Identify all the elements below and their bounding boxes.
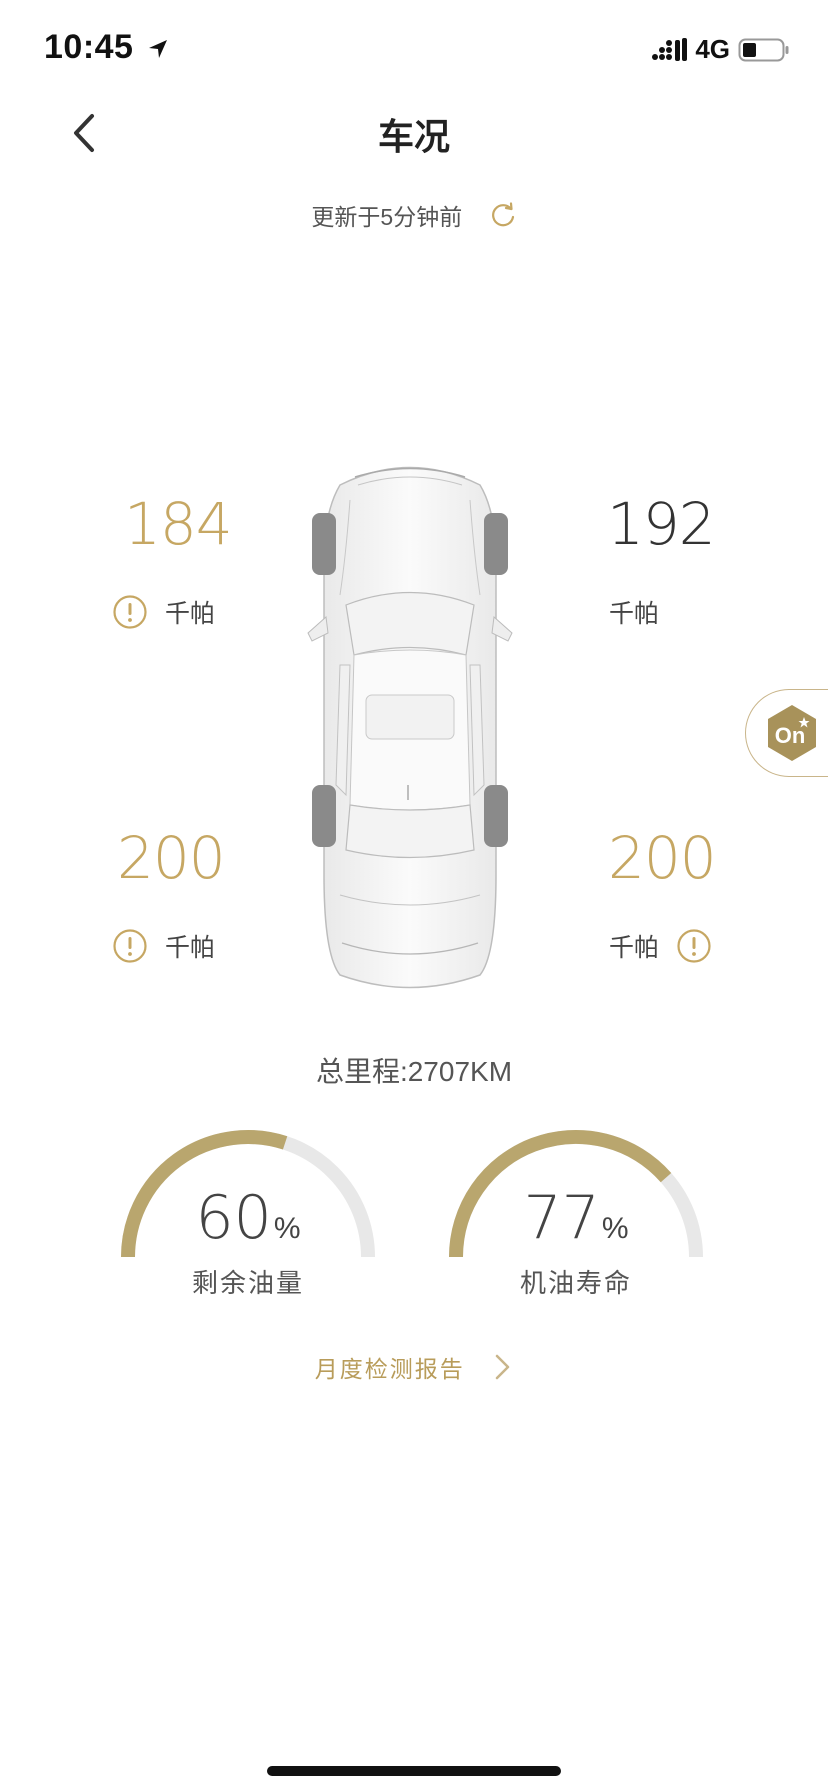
updated-text: 更新于5分钟前 <box>311 204 463 230</box>
tire-front-left-unit: 千帕 <box>165 600 216 628</box>
warning-icon[interactable] <box>677 929 711 963</box>
fuel-value-row: 60% <box>118 1183 378 1253</box>
fuel-percent-value: 60 <box>195 1183 272 1253</box>
oil-label: 机油寿命 <box>519 1268 632 1298</box>
oil-life-gauge: 77% 机油寿命 <box>446 1125 706 1305</box>
onstar-side-button[interactable]: On <box>745 689 828 777</box>
monthly-report-label: 月度检测报告 <box>314 1356 465 1382</box>
oil-value-row: 77% <box>446 1183 706 1253</box>
home-indicator <box>267 1766 561 1776</box>
fuel-percent-symbol: % <box>273 1212 301 1245</box>
tire-front-right-value: 192 <box>607 490 716 558</box>
page-title: 车况 <box>377 116 450 157</box>
tire-front-left-value: 184 <box>124 490 233 558</box>
tire-rear-right-unit-row: 千帕 <box>609 928 711 964</box>
total-mileage: 总里程:2707KM <box>315 1056 513 1087</box>
tire-rear-right-value: 200 <box>608 824 717 892</box>
tire-rear-left-value: 200 <box>117 824 226 892</box>
oil-percent-value: 77 <box>523 1183 600 1253</box>
update-status: 更新于5分钟前 <box>0 198 828 232</box>
fuel-gauge: 60% 剩余油量 <box>118 1125 378 1305</box>
tire-front-left-unit-row: 千帕 <box>113 594 215 630</box>
location-arrow-icon <box>149 40 168 59</box>
onstar-label: On <box>775 723 806 748</box>
oil-percent-symbol: % <box>601 1212 629 1245</box>
refresh-icon[interactable] <box>489 201 517 229</box>
tire-front-right-unit: 千帕 <box>609 600 660 628</box>
onstar-badge-icon: On <box>768 705 816 761</box>
warning-icon[interactable] <box>113 595 147 629</box>
status-time-text: 10:45 <box>44 28 134 66</box>
status-right: 4G <box>651 34 790 65</box>
status-time: 10:45 <box>44 28 169 67</box>
car-top-view-image <box>307 466 513 989</box>
tire-rear-left-unit: 千帕 <box>165 934 216 962</box>
tire-front-right-unit-row: 千帕 <box>609 594 659 630</box>
network-type: 4G <box>695 34 730 64</box>
tire-rear-right-unit: 千帕 <box>609 934 660 962</box>
tire-rear-left-unit-row: 千帕 <box>113 928 215 964</box>
battery-icon <box>738 38 789 61</box>
warning-icon[interactable] <box>113 929 147 963</box>
signal-icon <box>652 37 688 61</box>
monthly-report-link[interactable]: 月度检测报告 <box>0 1350 828 1384</box>
chevron-right-icon <box>495 1354 510 1380</box>
fuel-label: 剩余油量 <box>191 1268 304 1298</box>
